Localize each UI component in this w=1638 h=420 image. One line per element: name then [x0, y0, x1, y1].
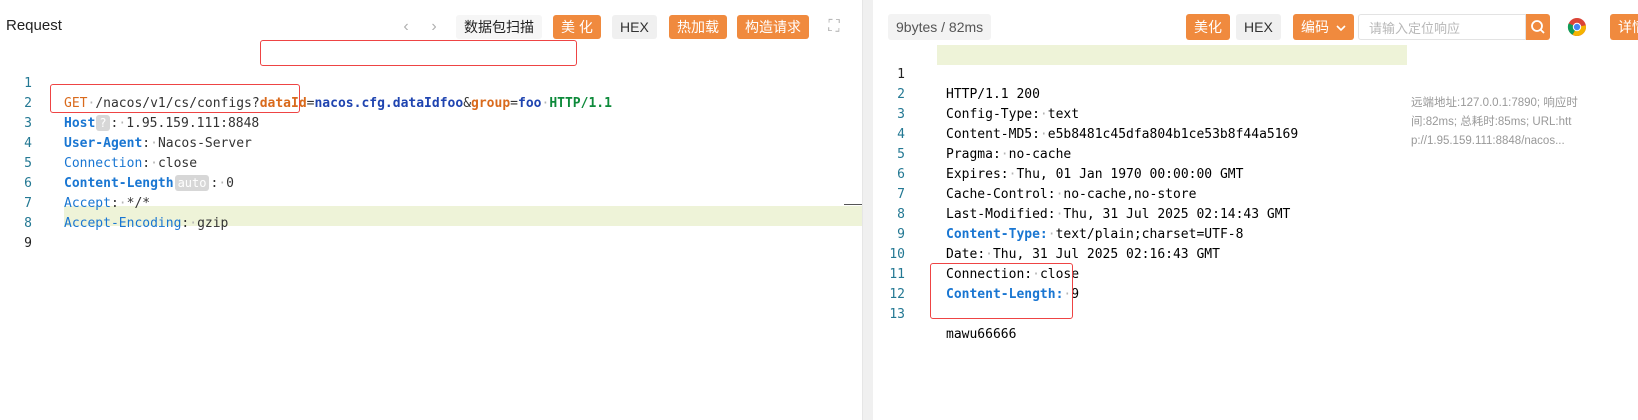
expand-icon[interactable]: ⛶: [823, 16, 845, 38]
annotation-box-body: [930, 263, 1073, 319]
packet-scan-button[interactable]: 数据包扫描: [456, 15, 542, 39]
build-request-button[interactable]: 构造请求: [737, 15, 809, 39]
request-editor[interactable]: 1 GET·/nacos/v1/cs/configs?dataId=nacos.…: [0, 40, 862, 420]
empty-line: 8: [0, 194, 862, 231]
response-editor[interactable]: 1 HTTP/1.1 200 2 Config-Type:·text 3 Con…: [873, 45, 1638, 420]
chevron-right-icon[interactable]: ›: [424, 15, 444, 39]
annotation-box-query: [260, 40, 577, 66]
header-line-accept-encoding: 7 Accept-Encoding:·gzip: [0, 174, 862, 231]
response-header-line: 10 Connection:·close: [873, 225, 1638, 282]
beautify-button[interactable]: 美化: [1186, 14, 1230, 40]
hot-load-button[interactable]: 热加载: [669, 15, 727, 39]
response-header-line: 8 Content-Type:·text/plain;charset=UTF-8: [873, 185, 1638, 242]
line-number: 9: [24, 236, 32, 251]
line-number: 13: [889, 307, 905, 322]
header-line-content-length: 5 Content-Length auto:·0: [0, 134, 862, 191]
response-body: mawu66666: [946, 327, 1017, 342]
status-line: 1 HTTP/1.1 200: [873, 45, 1638, 102]
search-icon: [1531, 20, 1545, 34]
chevron-left-icon[interactable]: ‹: [396, 15, 416, 39]
empty-line: 9: [0, 214, 862, 251]
hex-button[interactable]: HEX: [1236, 14, 1281, 40]
details-button[interactable]: 详情: [1610, 14, 1638, 40]
beautify-button[interactable]: 美 化: [553, 15, 601, 39]
response-header-line: 7 Last-Modified:·Thu, 31 Jul 2025 02:14:…: [873, 165, 1638, 222]
encoding-dropdown[interactable]: 编码: [1293, 14, 1354, 40]
chevron-down-icon: [1336, 25, 1346, 32]
annotation-box-user-agent: [50, 84, 300, 113]
header-line-accept: 6 Accept:·*/*: [0, 154, 862, 211]
response-meta-info: 远端地址:127.0.0.1:7890; 响应时间:82ms; 总耗时:85ms…: [1411, 97, 1578, 147]
header-line-connection: 4 Connection:·close: [0, 114, 862, 171]
search-box: [1358, 14, 1526, 40]
search-button[interactable]: [1526, 14, 1550, 40]
encoding-label: 编码: [1301, 19, 1329, 35]
response-header-line: 9 Date:·Thu, 31 Jul 2025 02:16:43 GMT: [873, 205, 1638, 262]
pane-divider[interactable]: [863, 0, 873, 420]
response-size-badge: 9bytes / 82ms: [888, 14, 992, 40]
request-title: Request: [6, 17, 62, 34]
response-pane: 9bytes / 82ms 美化 HEX 编码 详情 1 HTTP/1.1 20…: [873, 0, 1638, 420]
response-toolbar: 9bytes / 82ms 美化 HEX 编码 详情: [873, 0, 1638, 48]
response-header-line: 11 Content-Length:·9: [873, 245, 1638, 302]
search-input[interactable]: [1367, 16, 1521, 40]
response-header-line: 2 Config-Type:·text: [873, 65, 1638, 122]
request-pane: Request ‹ › 数据包扫描 美 化 HEX 热加载 构造请求 ⛶ 1 G…: [0, 0, 863, 420]
chrome-icon[interactable]: [1567, 17, 1587, 37]
hex-button[interactable]: HEX: [612, 15, 657, 39]
